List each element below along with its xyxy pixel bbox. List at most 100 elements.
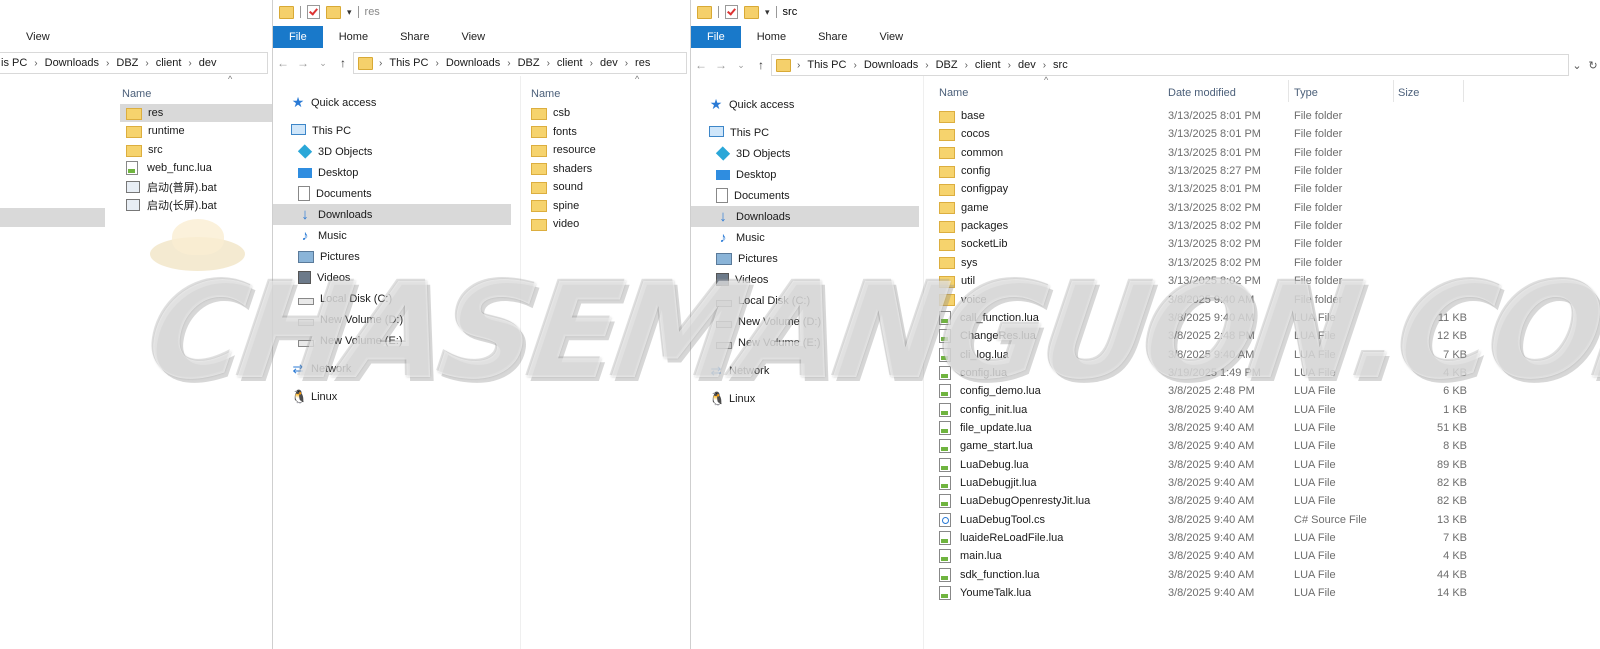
breadcrumb-item[interactable]: client bbox=[557, 57, 583, 69]
nav-item-music[interactable]: ♪ Music bbox=[273, 225, 511, 246]
list-item[interactable]: src bbox=[120, 141, 272, 159]
nav-item-quick-access[interactable]: ★ Quick access bbox=[273, 92, 511, 113]
nav-item-quick-access[interactable]: ★ Quick access bbox=[691, 94, 919, 115]
chevron-right-icon[interactable]: › bbox=[106, 58, 109, 69]
breadcrumb-item[interactable]: dev bbox=[199, 57, 217, 69]
column-header-name[interactable]: Name bbox=[939, 83, 968, 103]
list-item[interactable]: spine bbox=[531, 197, 681, 215]
customize-toolbar-icon[interactable]: ▾ bbox=[765, 7, 770, 18]
nav-item-pictures[interactable]: Pictures bbox=[273, 246, 511, 267]
chevron-right-icon[interactable]: › bbox=[590, 58, 593, 69]
tab-file[interactable]: File bbox=[691, 26, 741, 48]
chevron-right-icon[interactable]: › bbox=[625, 58, 628, 69]
chevron-right-icon[interactable]: › bbox=[145, 58, 148, 69]
chevron-right-icon[interactable]: › bbox=[1043, 60, 1046, 71]
list-item[interactable]: sound bbox=[531, 178, 681, 196]
column-header-date[interactable]: Date modified bbox=[1168, 83, 1236, 103]
properties-icon[interactable] bbox=[725, 5, 738, 19]
column-header-name[interactable]: Name bbox=[531, 84, 560, 104]
nav-item-local-disk-c[interactable]: Local Disk (C:) bbox=[691, 290, 919, 311]
chevron-right-icon[interactable]: › bbox=[925, 60, 928, 71]
refresh-icon[interactable]: ↻ bbox=[1585, 59, 1600, 72]
breadcrumb-item[interactable]: Downloads bbox=[864, 59, 918, 71]
breadcrumb-item[interactable]: DBZ bbox=[936, 59, 958, 71]
breadcrumb-item[interactable]: Downloads bbox=[446, 57, 500, 69]
nav-item-network[interactable]: ⇄ Network bbox=[691, 360, 919, 381]
address-box[interactable]: › This PC › Downloads › DBZ › client › dev › src bbox=[771, 54, 1569, 76]
list-item[interactable]: runtime bbox=[120, 122, 272, 140]
list-item[interactable]: web_func.lua bbox=[120, 159, 272, 177]
new-folder-icon[interactable] bbox=[326, 5, 341, 19]
nav-item-documents[interactable]: Documents bbox=[691, 185, 919, 206]
nav-item-new-volume-d[interactable]: New Volume (D:) bbox=[691, 311, 919, 332]
properties-icon[interactable] bbox=[307, 5, 320, 19]
up-icon[interactable]: ↑ bbox=[333, 56, 353, 70]
chevron-right-icon[interactable]: › bbox=[1008, 60, 1011, 71]
breadcrumb-item[interactable]: DBZ bbox=[518, 57, 540, 69]
nav-item-desktop[interactable]: Desktop bbox=[691, 164, 919, 185]
forward-icon[interactable]: → bbox=[293, 56, 313, 70]
tab-share[interactable]: Share bbox=[384, 26, 445, 48]
tab-file[interactable]: File bbox=[273, 26, 323, 48]
nav-item-linux[interactable]: 🐧 Linux bbox=[273, 386, 511, 407]
nav-item-this-pc[interactable]: This PC bbox=[273, 120, 511, 141]
chevron-right-icon[interactable]: › bbox=[435, 58, 438, 69]
recent-locations-icon[interactable]: ⌄ bbox=[313, 58, 333, 69]
address-box[interactable]: › This PC › Downloads › DBZ › client › dev › res bbox=[353, 52, 687, 74]
column-divider[interactable] bbox=[1463, 80, 1464, 102]
nav-item-new-volume-e[interactable]: New Volume (E:) bbox=[691, 332, 919, 353]
chevron-right-icon[interactable]: › bbox=[965, 60, 968, 71]
nav-item-3d-objects[interactable]: 3D Objects bbox=[273, 141, 511, 162]
list-item[interactable]: 启动(普屏).bat bbox=[120, 178, 272, 196]
nav-item-documents[interactable]: Documents bbox=[273, 183, 511, 204]
list-item[interactable]: csb bbox=[531, 104, 681, 122]
chevron-right-icon[interactable]: › bbox=[507, 58, 510, 69]
column-header-size[interactable]: Size bbox=[1398, 83, 1419, 103]
nav-item-local-disk-c[interactable]: Local Disk (C:) bbox=[273, 288, 511, 309]
breadcrumb-item[interactable]: is PC bbox=[1, 57, 27, 69]
nav-item-music[interactable]: ♪ Music bbox=[691, 227, 919, 248]
address-dropdown-icon[interactable]: ⌄ bbox=[1569, 59, 1585, 72]
chevron-right-icon[interactable]: › bbox=[547, 58, 550, 69]
recent-locations-icon[interactable]: ⌄ bbox=[731, 60, 751, 71]
tab-home[interactable]: Home bbox=[323, 26, 384, 48]
breadcrumb-item[interactable]: dev bbox=[1018, 59, 1036, 71]
column-divider[interactable] bbox=[1288, 80, 1289, 102]
forward-icon[interactable]: → bbox=[711, 58, 731, 72]
breadcrumb-item[interactable]: res bbox=[635, 57, 650, 69]
list-item[interactable]: video bbox=[531, 215, 681, 233]
list-item[interactable]: fonts bbox=[531, 123, 681, 141]
address-box[interactable]: is PC › Downloads › DBZ › client › dev bbox=[0, 52, 268, 74]
nav-item-pictures[interactable]: Pictures bbox=[691, 248, 919, 269]
chevron-right-icon[interactable]: › bbox=[853, 60, 856, 71]
tab-view[interactable]: View bbox=[863, 26, 919, 48]
chevron-right-icon[interactable]: › bbox=[34, 58, 37, 69]
nav-item-new-volume-d[interactable]: New Volume (D:) bbox=[273, 309, 511, 330]
chevron-right-icon[interactable]: › bbox=[797, 60, 800, 71]
nav-item-downloads[interactable]: ↓ Downloads bbox=[691, 206, 919, 227]
nav-item-3d-objects[interactable]: 3D Objects bbox=[691, 143, 919, 164]
nav-item-videos[interactable]: Videos bbox=[691, 269, 919, 290]
list-item[interactable]: res bbox=[120, 104, 272, 122]
breadcrumb-item[interactable]: client bbox=[975, 59, 1001, 71]
tab-home[interactable]: Home bbox=[741, 26, 802, 48]
breadcrumb-item[interactable]: src bbox=[1053, 59, 1068, 71]
nav-item-downloads[interactable]: ↓ Downloads bbox=[273, 204, 511, 225]
list-item[interactable]: resource bbox=[531, 141, 681, 159]
nav-item-linux[interactable]: 🐧 Linux bbox=[691, 388, 919, 409]
column-header-type[interactable]: Type bbox=[1294, 83, 1318, 103]
tab-view[interactable]: View bbox=[445, 26, 501, 48]
breadcrumb-item[interactable]: This PC bbox=[807, 59, 846, 71]
tab-share[interactable]: Share bbox=[802, 26, 863, 48]
customize-toolbar-icon[interactable]: ▾ bbox=[347, 7, 352, 18]
breadcrumb-item[interactable]: DBZ bbox=[116, 57, 138, 69]
breadcrumb-item[interactable]: dev bbox=[600, 57, 618, 69]
chevron-right-icon[interactable]: › bbox=[379, 58, 382, 69]
chevron-right-icon[interactable]: › bbox=[188, 58, 191, 69]
back-icon[interactable]: ← bbox=[273, 56, 293, 70]
list-item[interactable]: 启动(长屏).bat bbox=[120, 196, 272, 214]
breadcrumb-item[interactable]: client bbox=[156, 57, 182, 69]
new-folder-icon[interactable] bbox=[744, 5, 759, 19]
nav-item-videos[interactable]: Videos bbox=[273, 267, 511, 288]
breadcrumb-item[interactable]: This PC bbox=[389, 57, 428, 69]
